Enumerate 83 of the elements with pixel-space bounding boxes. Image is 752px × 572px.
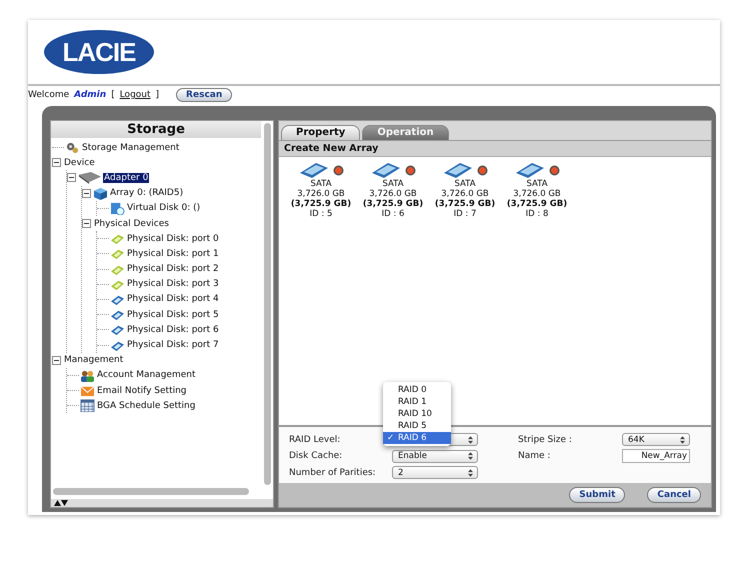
tab[interactable]: Property bbox=[281, 125, 360, 140]
field-label: Number of Parities: bbox=[289, 468, 377, 478]
tree-item[interactable]: Adapter 0 bbox=[103, 172, 150, 183]
collapse-toggle[interactable] bbox=[52, 356, 61, 365]
updown-icon bbox=[468, 436, 473, 444]
field-label: Name : bbox=[518, 451, 552, 461]
tree-item[interactable]: Physical Disk: port 1 bbox=[126, 248, 220, 259]
dropdown[interactable]: Enable bbox=[392, 450, 478, 462]
disk-id: ID : 6 bbox=[382, 209, 404, 219]
logout-link[interactable]: Logout bbox=[120, 90, 151, 100]
usable-size: (3,725.9 GB) bbox=[362, 199, 424, 209]
tree-item[interactable]: Device bbox=[63, 158, 96, 168]
status-icon bbox=[476, 164, 488, 176]
status-icon bbox=[404, 164, 416, 176]
scrollbar[interactable] bbox=[264, 123, 271, 485]
card-icon bbox=[78, 171, 102, 184]
tree-item[interactable]: Physical Disk: port 2 bbox=[126, 264, 220, 274]
tree-item[interactable]: Array 0: (RAID5) bbox=[109, 188, 184, 198]
name-field[interactable]: New_Array bbox=[622, 449, 690, 463]
tree-item[interactable]: Virtual Disk 0: () bbox=[126, 203, 202, 214]
section-title: Create New Array bbox=[279, 140, 711, 157]
updown-icon bbox=[468, 468, 473, 476]
bracket: ] bbox=[156, 90, 160, 100]
tree-item[interactable]: Physical Devices bbox=[93, 218, 170, 229]
bracket: [ bbox=[111, 90, 115, 100]
disk-size: 3,726.0 GB bbox=[297, 189, 345, 199]
tree-item[interactable]: Physical Disk: port 3 bbox=[126, 279, 220, 290]
status-icon bbox=[332, 164, 344, 176]
blocks-icon bbox=[93, 186, 108, 200]
disk-type: SATA bbox=[526, 179, 548, 189]
gears-icon bbox=[65, 141, 80, 154]
tree-item[interactable]: BGA Schedule Setting bbox=[96, 400, 196, 411]
disk-type: SATA bbox=[382, 179, 404, 189]
sidebar-title: Storage bbox=[51, 121, 261, 138]
menu-item[interactable]: RAID 5 bbox=[383, 420, 451, 432]
disk-id: ID : 5 bbox=[310, 209, 332, 219]
updown-icon bbox=[468, 452, 473, 460]
updown-icon bbox=[680, 436, 685, 444]
updown-icon[interactable] bbox=[54, 500, 68, 506]
field-label: RAID Level: bbox=[289, 434, 342, 444]
tree-item[interactable]: Storage Management bbox=[81, 142, 180, 153]
menu-item[interactable]: RAID 0 bbox=[383, 384, 451, 396]
usable-size: (3,725.9 GB) bbox=[506, 199, 568, 209]
menu-item[interactable]: RAID 1 bbox=[383, 396, 451, 408]
collapse-toggle[interactable] bbox=[82, 188, 91, 198]
usable-size: (3,725.9 GB) bbox=[434, 199, 496, 209]
menu-item[interactable]: RAID 10 bbox=[383, 408, 451, 420]
scrollbar[interactable] bbox=[53, 488, 249, 495]
disk-size: 3,726.0 GB bbox=[369, 189, 417, 199]
disk-type: SATA bbox=[454, 179, 476, 189]
tree-item[interactable]: Physical Disk: port 0 bbox=[126, 234, 220, 244]
tree-item[interactable]: Physical Disk: port 5 bbox=[126, 310, 220, 320]
action-button[interactable]: Submit bbox=[569, 487, 626, 503]
rescan-button[interactable]: Rescan bbox=[176, 88, 232, 102]
user-name: Admin bbox=[74, 90, 106, 100]
tree-item[interactable]: Email Notify Setting bbox=[96, 386, 188, 396]
usable-size: (3,725.9 GB) bbox=[290, 199, 352, 209]
status-icon bbox=[548, 164, 560, 176]
action-button[interactable]: Cancel bbox=[647, 487, 701, 503]
dropdown[interactable]: 64K bbox=[622, 433, 690, 446]
calendar-icon bbox=[80, 399, 95, 412]
disk-size: 3,726.0 GB bbox=[513, 189, 561, 199]
disk-id: ID : 7 bbox=[454, 209, 476, 219]
welcome-text: Welcome bbox=[28, 90, 70, 100]
collapse-toggle[interactable] bbox=[67, 173, 76, 182]
field-label: Stripe Size : bbox=[518, 434, 573, 444]
menu-item[interactable]: ✓ RAID 6 bbox=[383, 432, 451, 444]
field-label: Disk Cache: bbox=[289, 451, 344, 461]
tree-item[interactable]: Physical Disk: port 4 bbox=[126, 294, 220, 304]
collapse-toggle[interactable] bbox=[52, 158, 61, 168]
dropdown[interactable]: 2 bbox=[392, 466, 478, 479]
disk-id: ID : 8 bbox=[526, 209, 548, 219]
envelope-icon bbox=[80, 384, 95, 398]
collapse-toggle[interactable] bbox=[82, 219, 91, 228]
tree-item[interactable]: Management bbox=[63, 355, 124, 366]
tree-item[interactable]: Physical Disk: port 7 bbox=[126, 340, 220, 350]
tree-item[interactable]: Physical Disk: port 6 bbox=[126, 324, 220, 335]
disk-type: SATA bbox=[310, 179, 332, 189]
people-icon bbox=[80, 368, 95, 382]
logo: LACIE bbox=[44, 30, 154, 74]
disk-size: 3,726.0 GB bbox=[441, 189, 489, 199]
virtual-disk-icon bbox=[110, 202, 125, 215]
tree-item[interactable]: Account Management bbox=[96, 370, 196, 380]
